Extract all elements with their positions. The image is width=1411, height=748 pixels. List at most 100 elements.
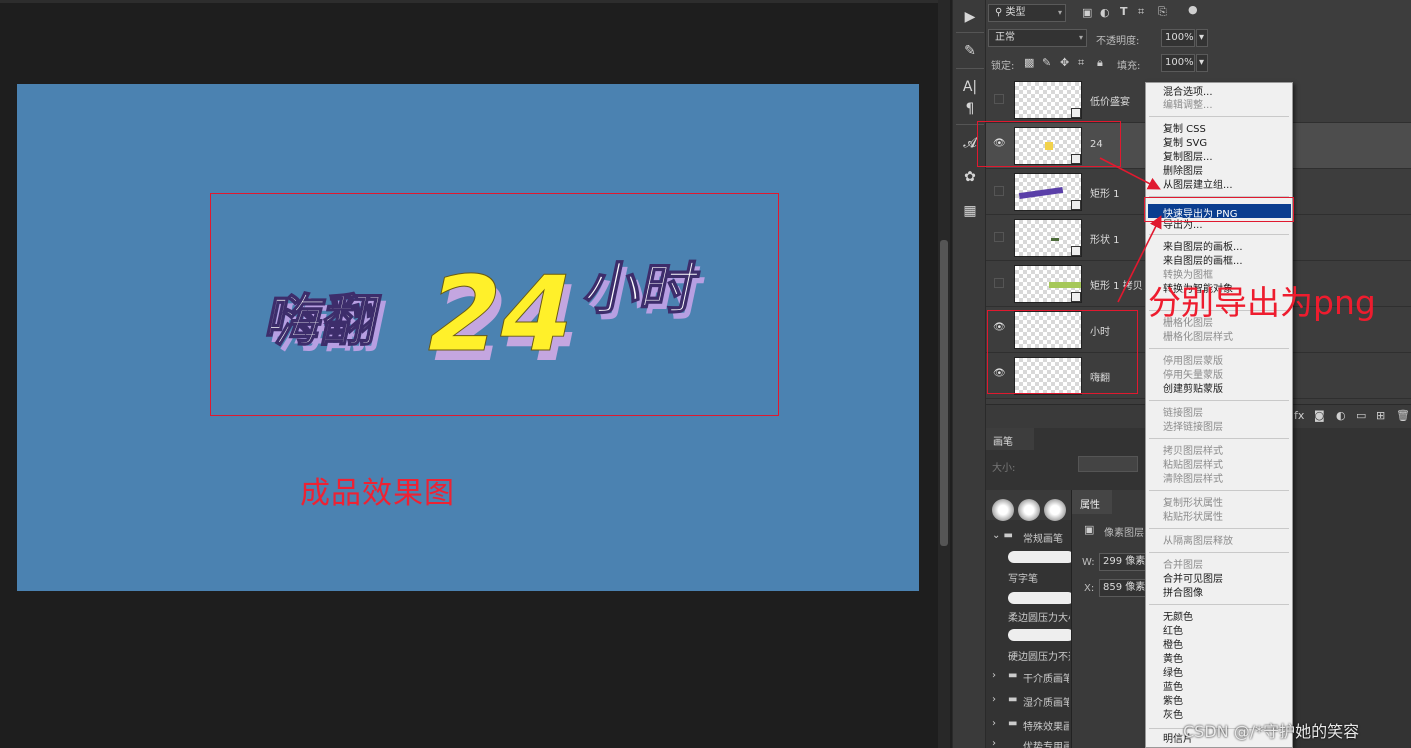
lock-transparent-icon[interactable]: ▩ xyxy=(1024,56,1034,69)
menu-separator xyxy=(1149,552,1289,553)
fill-dropdown-arrow[interactable]: ▾ xyxy=(1196,54,1208,72)
menu-item[interactable]: 红色 xyxy=(1163,626,1183,638)
brush-tip-preview[interactable] xyxy=(1044,499,1066,521)
character-icon[interactable]: A| xyxy=(957,76,983,98)
opacity-field[interactable]: 100% xyxy=(1161,29,1195,47)
smart-object-badge-icon xyxy=(1071,108,1081,118)
grid-icon[interactable]: ▦ xyxy=(957,200,983,222)
document-canvas-area[interactable]: 嗨翻 嗨翻 24 24 小时 小时 成品效果图 xyxy=(0,0,938,748)
layer-filter-dropdown[interactable]: ⚲ 类型 ▾ xyxy=(988,4,1066,22)
menu-item[interactable]: 粘贴图层样式 xyxy=(1163,460,1223,472)
menu-item[interactable]: 复制 CSS xyxy=(1163,124,1206,136)
menu-item[interactable]: 蓝色 xyxy=(1163,682,1183,694)
menu-item[interactable]: 合并可见图层 xyxy=(1163,574,1223,586)
tool-divider xyxy=(956,32,984,33)
brush-size-field[interactable] xyxy=(1078,456,1138,472)
menu-item[interactable]: 创建剪贴蒙版 xyxy=(1163,384,1223,396)
new-layer-icon[interactable]: ⊞ xyxy=(1376,409,1385,422)
brush-group-name[interactable]: 常规画笔 xyxy=(1023,530,1063,545)
menu-item[interactable]: 停用矢量蒙版 xyxy=(1163,370,1223,382)
type-filter-icon[interactable]: T xyxy=(1120,5,1128,18)
layer-thumbnail xyxy=(1014,81,1082,119)
trash-icon[interactable]: 🗑︎ xyxy=(1396,409,1410,422)
blend-mode-dropdown[interactable]: 正常 ▾ xyxy=(988,29,1087,47)
fill-field[interactable]: 100% xyxy=(1161,54,1195,72)
menu-item[interactable]: 复制 SVG xyxy=(1163,138,1207,150)
folder-icon: ⌄ ▬ xyxy=(992,530,1014,541)
opacity-dropdown-arrow[interactable]: ▾ xyxy=(1196,29,1208,47)
smart-object-filter-icon[interactable]: ⎘ xyxy=(1158,5,1167,19)
menu-item[interactable]: 混合选项... xyxy=(1163,87,1213,99)
visibility-toggle-off[interactable] xyxy=(994,278,1004,288)
properties-panel: 属性 ▣ 像素图层 W: 299 像素 X: 859 像素 xyxy=(1071,490,1155,748)
lock-position-icon[interactable]: ✥ xyxy=(1060,56,1069,69)
blend-mode-value: 正常 xyxy=(995,32,1015,43)
width-label: W: xyxy=(1082,557,1095,568)
brush-panel-tab[interactable]: 画笔 xyxy=(986,428,1034,450)
menu-item[interactable]: 清除图层样式 xyxy=(1163,474,1223,486)
brush-group-name[interactable]: 干介质画笔 xyxy=(1023,670,1069,685)
visibility-toggle-off[interactable] xyxy=(994,94,1004,104)
width-field[interactable]: 299 像素 xyxy=(1099,553,1149,571)
menu-item[interactable]: 链接图层 xyxy=(1163,408,1203,420)
shape-filter-icon[interactable]: ⌗ xyxy=(1138,5,1144,19)
brush-preset-name[interactable]: 写字笔 xyxy=(1008,570,1038,585)
visibility-toggle-off[interactable] xyxy=(994,232,1004,242)
fx-icon[interactable]: fx xyxy=(1294,409,1304,422)
menu-item[interactable]: 选择链接图层 xyxy=(1163,422,1223,434)
brush-settings-icon[interactable]: ✎ xyxy=(957,40,983,62)
layer-context-menu: 快速导出为 PNG 混合选项... 编辑调整... 复制 CSS 复制 SVG 复制图层… xyxy=(1145,82,1293,748)
paragraph-icon[interactable]: ¶ xyxy=(957,98,983,120)
adjustment-filter-icon[interactable]: ◐ xyxy=(1100,6,1110,19)
layer-type-label: 像素图层 xyxy=(1104,528,1144,539)
menu-item[interactable]: 合并图层 xyxy=(1163,560,1203,572)
menu-item[interactable]: 来自图层的画板... xyxy=(1163,242,1243,254)
menu-item[interactable]: 从隔离图层释放 xyxy=(1163,536,1233,548)
brush-group-name[interactable]: 特殊效果画笔 xyxy=(1023,718,1069,733)
brush-preset-name[interactable]: 硬边圆压力不透明度 xyxy=(1008,648,1070,663)
lock-all-icon[interactable]: 🔒︎ xyxy=(1097,56,1103,70)
brush-tip-preview[interactable] xyxy=(1018,499,1040,521)
menu-item[interactable]: 来自图层的画框... xyxy=(1163,256,1243,268)
properties-panel-tab[interactable]: 属性 xyxy=(1072,490,1112,514)
visibility-toggle-off[interactable] xyxy=(994,186,1004,196)
brush-tip-preview[interactable] xyxy=(992,499,1014,521)
swatches-icon[interactable]: ✿ xyxy=(957,166,983,188)
menu-item[interactable]: 复制图层... xyxy=(1163,152,1213,164)
folder-icon: ▬ xyxy=(1008,670,1018,681)
menu-separator xyxy=(1149,438,1289,439)
layer-filter-value: 类型 xyxy=(1005,7,1026,18)
menu-item[interactable]: 栅格化图层样式 xyxy=(1163,332,1233,344)
add-mask-icon[interactable]: ◙ xyxy=(1314,409,1325,422)
canvas-scrollbar-thumb[interactable] xyxy=(940,240,948,546)
brush-preset-name[interactable]: 柔边圆压力大小 xyxy=(1008,609,1070,624)
chevron-down-icon: ▾ xyxy=(1057,8,1062,17)
menu-item[interactable]: 从图层建立组... xyxy=(1163,180,1233,192)
adjustment-layer-icon[interactable]: ◐ xyxy=(1336,409,1346,422)
chevron-down-icon: ▾ xyxy=(1078,33,1083,42)
pixel-filter-icon[interactable]: ▣ xyxy=(1082,6,1092,19)
menu-item[interactable]: 橙色 xyxy=(1163,640,1183,652)
brush-group-name[interactable]: 湿介质画笔 xyxy=(1023,694,1069,709)
menu-item[interactable]: 停用图层蒙版 xyxy=(1163,356,1223,368)
menu-item[interactable]: 无颜色 xyxy=(1163,612,1193,624)
filter-toggle-icon[interactable]: ● xyxy=(1188,3,1198,16)
brush-group-name[interactable]: 优势专用画笔 xyxy=(1023,738,1069,748)
menu-item[interactable]: 删除图层 xyxy=(1163,166,1203,178)
smart-object-badge-icon xyxy=(1071,246,1081,256)
menu-item[interactable]: 粘贴形状属性 xyxy=(1163,512,1223,524)
new-group-icon[interactable]: ▭ xyxy=(1356,409,1366,422)
lock-artboard-icon[interactable]: ⌗ xyxy=(1078,56,1084,70)
menu-item[interactable]: 复制形状属性 xyxy=(1163,498,1223,510)
x-position-field[interactable]: 859 像素 xyxy=(1099,579,1149,597)
play-icon[interactable]: ▶ xyxy=(957,6,983,28)
menu-item[interactable]: 编辑调整... xyxy=(1163,100,1213,112)
menu-item[interactable]: 绿色 xyxy=(1163,668,1183,680)
menu-item[interactable]: 紫色 xyxy=(1163,696,1183,708)
menu-item[interactable]: 灰色 xyxy=(1163,710,1183,722)
lock-pixels-icon[interactable]: ✎ xyxy=(1042,56,1051,69)
brush-stroke-preview xyxy=(1008,592,1074,604)
menu-item[interactable]: 拷贝图层样式 xyxy=(1163,446,1223,458)
menu-item[interactable]: 黄色 xyxy=(1163,654,1183,666)
menu-item[interactable]: 拼合图像 xyxy=(1163,588,1203,600)
